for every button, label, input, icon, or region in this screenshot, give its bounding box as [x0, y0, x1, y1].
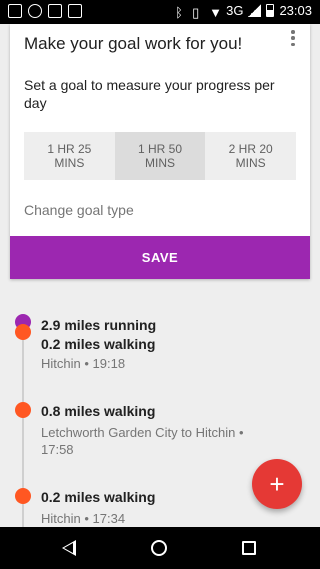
goal-option-value: 1 HR 50 — [137, 142, 183, 156]
image-icon — [8, 4, 22, 18]
notification-icons — [8, 4, 82, 18]
download-icon — [68, 4, 82, 18]
walking-dot-icon — [15, 402, 31, 418]
save-button[interactable]: SAVE — [10, 236, 310, 279]
battery-icon — [266, 4, 275, 17]
activity-meta: Hitchin • 19:18 — [41, 356, 126, 371]
activity-meta: Letchworth Garden City to Hitchin • 17:5… — [41, 425, 244, 457]
instagram-icon — [48, 4, 62, 18]
activity-label: 0.2 miles walking — [41, 336, 156, 352]
goal-option[interactable]: 1 HR 25 MINS — [24, 132, 115, 180]
goal-option-value: 1 HR 25 — [47, 142, 92, 156]
goal-option[interactable]: 2 HR 20 MINS — [205, 132, 297, 180]
goal-card-title: Make your goal work for you! — [24, 34, 243, 53]
goal-option-unit: MINS — [235, 156, 266, 170]
change-goal-type-link[interactable]: Change goal type — [24, 202, 134, 218]
usb-icon — [28, 4, 42, 18]
bluetooth-icon: ᛒ — [175, 4, 183, 20]
walking-dot-icon — [15, 488, 31, 504]
activity-meta: Hitchin • 17:34 — [41, 511, 126, 526]
wifi-icon: ▼ — [209, 4, 222, 20]
walking-dot-icon — [15, 324, 31, 340]
more-options-icon[interactable] — [290, 30, 296, 46]
goal-card: Make your goal work for you! Set a goal … — [10, 24, 310, 279]
goal-option-selected[interactable]: 1 HR 50 MINS — [114, 132, 206, 180]
home-icon[interactable] — [151, 540, 167, 556]
activity-label: 0.2 miles walking — [41, 489, 156, 505]
navigation-bar — [0, 527, 320, 569]
network-type: 3G — [226, 3, 244, 18]
recents-icon[interactable] — [242, 541, 256, 555]
vibrate-icon: ▯ — [192, 4, 200, 20]
clock: 23:03 — [279, 3, 312, 18]
activity-label: 0.8 miles walking — [41, 403, 156, 419]
signal-icon — [248, 4, 262, 17]
goal-option-unit: MINS — [54, 156, 85, 170]
plus-icon: + — [269, 468, 285, 499]
activity-label: 2.9 miles running — [41, 317, 157, 333]
system-icons: ᛒ ▯ ▼ 3G 23:03 — [175, 3, 312, 20]
goal-option-value: 2 HR 20 — [228, 142, 273, 156]
goal-options: 1 HR 25 MINS 1 HR 50 MINS 2 HR 20 MINS — [24, 132, 297, 180]
back-icon[interactable] — [62, 540, 76, 556]
add-activity-button[interactable]: + — [252, 459, 302, 509]
goal-card-subtitle: Set a goal to measure your progress per … — [24, 77, 275, 111]
status-bar: ᛒ ▯ ▼ 3G 23:03 — [0, 0, 320, 24]
goal-option-unit: MINS — [145, 156, 175, 170]
